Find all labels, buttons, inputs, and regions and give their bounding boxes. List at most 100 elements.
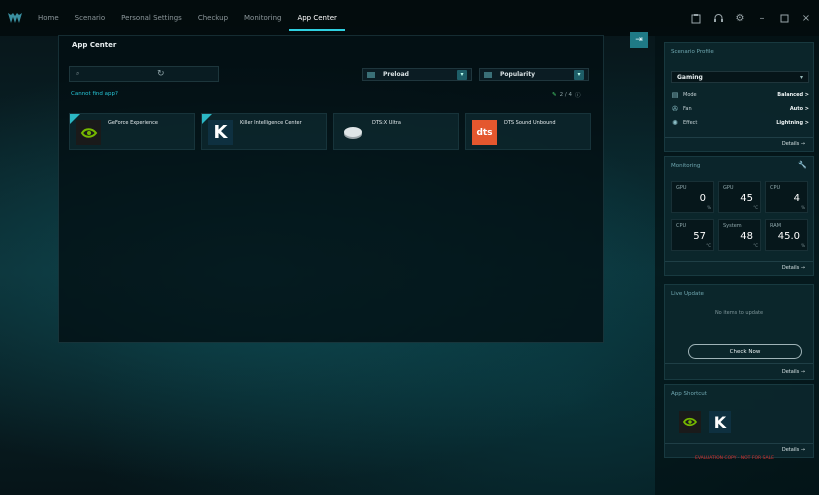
scenario-profile-card: Scenario Profile Gaming ▾ ▤ Mode Balance… bbox=[664, 42, 814, 152]
details-link[interactable]: Details → bbox=[782, 265, 805, 271]
nav-home[interactable]: Home bbox=[30, 0, 67, 36]
tile-value: 45 bbox=[740, 193, 753, 204]
profile-row-effect[interactable]: ✺ Effect Lightning > bbox=[671, 119, 809, 127]
app-card-geforce[interactable]: GeForce Experience bbox=[69, 113, 195, 150]
check-now-button[interactable]: Check Now bbox=[688, 344, 802, 359]
tile-value: 45.0 bbox=[777, 231, 800, 242]
monitor-tile-cpu-temp: CPU 57 °C bbox=[671, 219, 714, 251]
preload-select[interactable]: Preload ▾ bbox=[362, 68, 472, 81]
divider bbox=[665, 261, 813, 262]
tile-label: CPU bbox=[676, 223, 687, 229]
row-value: Balanced > bbox=[777, 92, 809, 98]
sort-label: Popularity bbox=[500, 71, 535, 78]
minimize-icon[interactable]: – bbox=[755, 11, 769, 25]
dts-logo-icon: dts bbox=[472, 120, 497, 145]
wrench-icon[interactable]: 🔧 bbox=[798, 161, 807, 169]
app-counter: ✎ 2 / 4 ⓘ bbox=[552, 91, 580, 99]
row-label: Mode bbox=[683, 92, 697, 98]
tile-label: GPU bbox=[676, 185, 687, 191]
killer-k-icon[interactable]: K bbox=[709, 411, 731, 433]
right-sidebar: Scenario Profile Gaming ▾ ▤ Mode Balance… bbox=[655, 36, 819, 495]
profile-select[interactable]: Gaming ▾ bbox=[671, 71, 809, 83]
dts-x-disc-icon bbox=[340, 120, 365, 145]
app-card-killer[interactable]: K Killer Intelligence Center bbox=[201, 113, 327, 150]
chevron-down-icon: ▾ bbox=[574, 69, 584, 80]
search-icon: ⌕ bbox=[76, 70, 80, 77]
row-label: Fan bbox=[683, 106, 692, 112]
monitor-tile-ram-usage: RAM 45.0 % bbox=[765, 219, 808, 251]
main-nav: Home Scenario Personal Settings Checkup … bbox=[30, 0, 346, 36]
live-update-card: Live Update No items to update Check Now… bbox=[664, 284, 814, 380]
details-link[interactable]: Details → bbox=[782, 141, 805, 147]
no-updates-message: No items to update bbox=[714, 310, 764, 316]
refresh-icon[interactable]: ↻ bbox=[157, 69, 167, 79]
mode-icon: ▤ bbox=[671, 91, 679, 99]
chevron-down-icon: ▾ bbox=[457, 69, 467, 80]
clipboard-icon[interactable] bbox=[689, 11, 703, 25]
preload-label: Preload bbox=[383, 71, 409, 78]
details-link[interactable]: Details → bbox=[782, 369, 805, 375]
monitor-tile-cpu-usage: CPU 4 % bbox=[765, 181, 808, 213]
tile-value: 4 bbox=[793, 193, 800, 204]
app-card-dtsx[interactable]: DTS:X Ultra bbox=[333, 113, 459, 150]
edit-icon[interactable]: ✎ bbox=[552, 92, 557, 98]
divider bbox=[665, 443, 813, 444]
sort-icon bbox=[484, 71, 492, 78]
cannot-find-app-link[interactable]: Cannot find app? bbox=[71, 91, 118, 97]
maximize-icon[interactable] bbox=[777, 11, 791, 25]
profile-value: Gaming bbox=[677, 73, 703, 81]
info-icon[interactable]: ⓘ bbox=[575, 91, 581, 99]
nvidia-icon bbox=[76, 120, 101, 145]
divider bbox=[665, 137, 813, 138]
top-bar: Home Scenario Personal Settings Checkup … bbox=[0, 0, 819, 36]
app-shortcut-card: App Shortcut K Details → bbox=[664, 384, 814, 458]
tile-unit: °C bbox=[753, 243, 758, 248]
details-link[interactable]: Details → bbox=[782, 447, 805, 453]
tile-unit: °C bbox=[753, 205, 758, 210]
counter-text: 2 / 4 bbox=[559, 92, 572, 98]
tile-label: System bbox=[723, 223, 742, 229]
app-name: DTS:X Ultra bbox=[372, 120, 401, 126]
sort-select[interactable]: Popularity ▾ bbox=[479, 68, 589, 81]
tile-unit: % bbox=[707, 205, 711, 210]
tile-label: GPU bbox=[723, 185, 734, 191]
search-input[interactable]: ⌕ bbox=[69, 66, 219, 82]
monitor-tile-system-temp: System 48 °C bbox=[718, 219, 761, 251]
card-title: Live Update bbox=[671, 291, 704, 297]
tile-value: 0 bbox=[699, 193, 706, 204]
nav-app-center[interactable]: App Center bbox=[289, 0, 346, 36]
effect-icon: ✺ bbox=[672, 119, 678, 127]
monitoring-card: Monitoring 🔧 GPU 0 % GPU 45 °C CPU 4 % C… bbox=[664, 156, 814, 276]
predator-logo-icon bbox=[0, 0, 30, 36]
sidebar-toggle-icon[interactable]: ⇥ bbox=[630, 32, 648, 48]
app-name: DTS Sound Unbound bbox=[504, 120, 556, 126]
gear-icon[interactable]: ⚙ bbox=[733, 11, 747, 25]
tile-value: 57 bbox=[693, 231, 706, 242]
card-title: Monitoring bbox=[671, 163, 701, 169]
row-value: Auto > bbox=[789, 106, 809, 112]
monitor-tile-gpu-usage: GPU 0 % bbox=[671, 181, 714, 213]
tile-unit: % bbox=[801, 205, 805, 210]
card-title: App Shortcut bbox=[671, 391, 707, 397]
tile-value: 48 bbox=[740, 231, 753, 242]
grid-icon bbox=[367, 71, 375, 78]
nav-personal-settings[interactable]: Personal Settings bbox=[113, 0, 190, 36]
nav-checkup[interactable]: Checkup bbox=[190, 0, 236, 36]
tile-unit: °C bbox=[706, 243, 711, 248]
profile-row-mode[interactable]: ▤ Mode Balanced > bbox=[671, 91, 809, 99]
chevron-down-icon: ▾ bbox=[799, 73, 803, 81]
profile-row-fan[interactable]: ✇ Fan Auto > bbox=[671, 105, 809, 113]
tile-label: RAM bbox=[770, 223, 782, 229]
close-icon[interactable]: × bbox=[799, 11, 813, 25]
nvidia-icon[interactable] bbox=[679, 411, 701, 433]
fan-icon: ✇ bbox=[672, 105, 678, 113]
nav-monitoring[interactable]: Monitoring bbox=[236, 0, 289, 36]
app-list: GeForce Experience K Killer Intelligence… bbox=[69, 113, 591, 150]
monitor-tile-gpu-temp: GPU 45 °C bbox=[718, 181, 761, 213]
headset-icon[interactable] bbox=[711, 11, 725, 25]
tile-label: CPU bbox=[770, 185, 781, 191]
app-card-dts-sound[interactable]: dts DTS Sound Unbound bbox=[465, 113, 591, 150]
row-value: Lightning > bbox=[776, 120, 809, 126]
row-label: Effect bbox=[683, 120, 698, 126]
nav-scenario[interactable]: Scenario bbox=[67, 0, 113, 36]
